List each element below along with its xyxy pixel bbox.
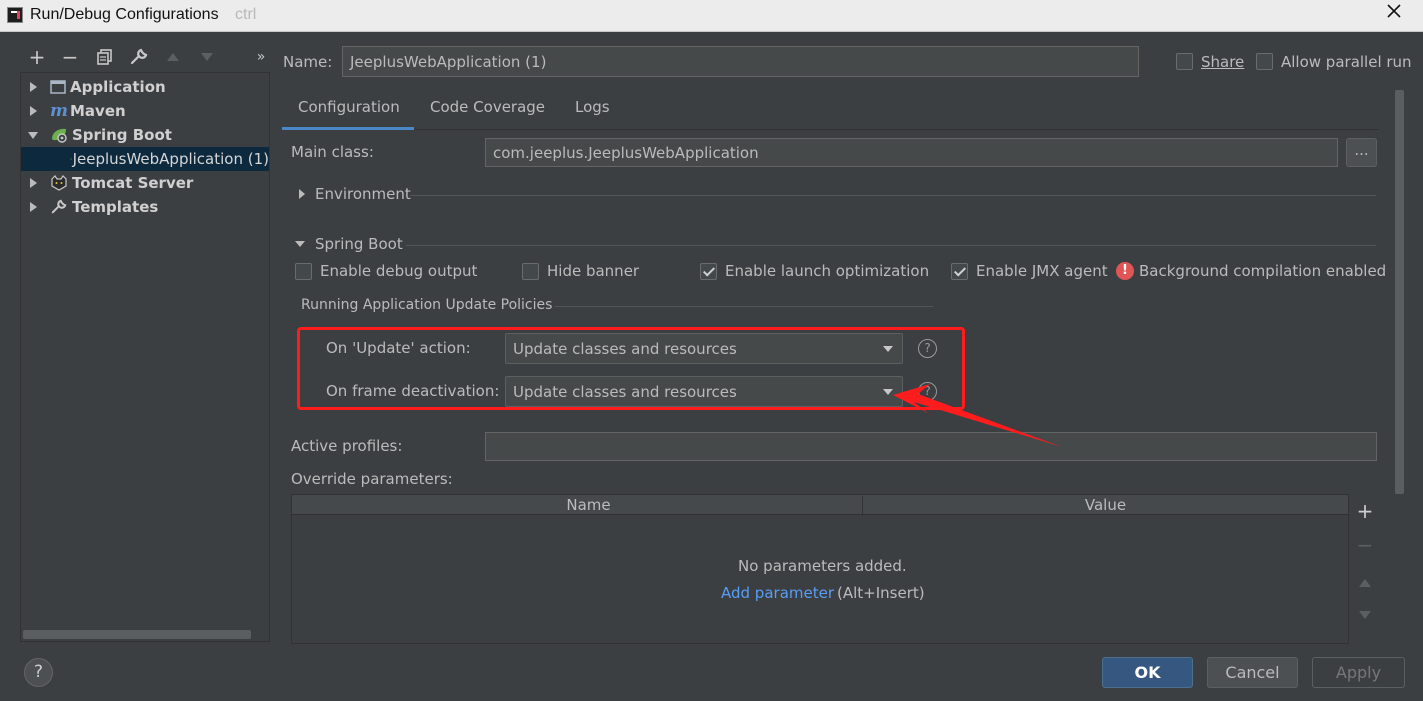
enable-debug-label: Enable debug output xyxy=(320,262,478,280)
help-button[interactable]: ? xyxy=(24,658,53,687)
hide-banner-label: Hide banner xyxy=(547,262,640,280)
launch-optimization-checkbox[interactable] xyxy=(700,263,717,280)
remove-config-button[interactable]: − xyxy=(59,45,81,69)
column-header-value[interactable]: Value xyxy=(862,496,1348,514)
warning-icon: ! xyxy=(1116,262,1134,280)
triangle-down-icon xyxy=(201,53,213,61)
config-tree[interactable]: Application m Maven Spring Boot JeeplusW… xyxy=(20,72,270,642)
wrench-icon xyxy=(130,48,148,65)
name-label: Name: xyxy=(283,53,333,71)
column-header-name[interactable]: Name xyxy=(316,496,861,514)
active-profiles-input[interactable] xyxy=(485,432,1377,461)
edit-defaults-button[interactable] xyxy=(128,46,150,68)
move-down-button[interactable] xyxy=(196,46,218,68)
tree-item-templates[interactable]: Templates xyxy=(21,195,269,219)
hide-banner-checkbox[interactable] xyxy=(522,263,539,280)
active-profiles-label: Active profiles: xyxy=(291,437,403,455)
table-empty-text: No parameters added. xyxy=(738,557,907,575)
move-parameter-down-button[interactable] xyxy=(1355,604,1375,624)
add-parameter-shortcut: (Alt+Insert) xyxy=(837,584,925,602)
move-up-button[interactable] xyxy=(162,46,184,68)
name-input[interactable]: JeeplusWebApplication (1) xyxy=(342,46,1139,77)
application-icon xyxy=(50,80,66,94)
expand-arrow-icon xyxy=(30,82,37,92)
tree-item-spring-boot[interactable]: Spring Boot xyxy=(21,123,269,147)
add-parameter-link[interactable]: Add parameter xyxy=(721,584,834,602)
tree-item-tomcat-server[interactable]: Tomcat Server xyxy=(21,171,269,195)
tree-item-jeeplus-web-application[interactable]: JeeplusWebApplication (1) xyxy=(21,147,269,171)
intellij-icon xyxy=(7,7,23,23)
ok-button[interactable]: OK xyxy=(1102,657,1193,688)
tree-item-label: Templates xyxy=(72,198,159,216)
share-label: Share xyxy=(1201,53,1245,71)
table-header: Name Value xyxy=(292,495,1348,515)
triangle-down-icon xyxy=(1359,611,1371,619)
spring-boot-section-label[interactable]: Spring Boot xyxy=(315,235,403,253)
expand-arrow-icon xyxy=(30,106,37,116)
apply-button[interactable]: Apply xyxy=(1312,657,1405,688)
copy-icon xyxy=(97,49,112,65)
title-bar: Run/Debug Configurations ctrl xyxy=(0,0,1423,32)
expand-arrow-icon xyxy=(30,178,37,188)
share-checkbox[interactable] xyxy=(1176,53,1193,70)
triangle-up-icon xyxy=(167,53,179,61)
environment-separator xyxy=(410,195,1376,196)
browse-button[interactable]: ... xyxy=(1346,138,1377,167)
content-vertical-scrollbar[interactable] xyxy=(1395,90,1404,494)
tab-bar: Configuration Code Coverage Logs xyxy=(282,92,1379,130)
close-button[interactable] xyxy=(1365,0,1423,22)
maven-icon: m xyxy=(50,101,68,121)
environment-label[interactable]: Environment xyxy=(315,185,411,203)
tree-item-label: Application xyxy=(70,78,166,96)
environment-expand-icon[interactable] xyxy=(299,189,305,199)
allow-parallel-checkbox[interactable] xyxy=(1256,53,1273,70)
more-button[interactable]: » xyxy=(250,46,272,68)
launch-optimization-label: Enable launch optimization xyxy=(725,262,930,280)
copy-config-button[interactable] xyxy=(94,46,116,68)
window-title: Run/Debug Configurations xyxy=(30,6,219,23)
background-compilation-label: Background compilation enabled xyxy=(1139,262,1387,280)
override-parameters-table[interactable]: Name Value No parameters added. Add para… xyxy=(291,494,1349,644)
tomcat-icon xyxy=(51,175,67,191)
close-icon xyxy=(1387,4,1401,18)
tree-horizontal-scrollbar[interactable] xyxy=(23,630,251,639)
jmx-agent-checkbox[interactable] xyxy=(951,263,968,280)
remove-parameter-button[interactable]: − xyxy=(1355,535,1375,556)
spring-boot-collapse-icon[interactable] xyxy=(295,241,305,247)
tab-logs[interactable]: Logs xyxy=(559,98,626,130)
override-parameters-label: Override parameters: xyxy=(291,470,453,488)
spring-boot-icon xyxy=(70,158,72,160)
window-title-ghost: ctrl xyxy=(235,6,257,23)
allow-parallel-label: Allow parallel run xyxy=(1281,53,1412,71)
triangle-up-icon xyxy=(1359,579,1371,587)
policies-separator xyxy=(555,306,933,307)
tree-item-maven[interactable]: m Maven xyxy=(21,99,269,123)
tree-item-label: Spring Boot xyxy=(72,126,172,144)
spring-boot-icon xyxy=(52,128,67,143)
expand-arrow-icon xyxy=(30,202,37,212)
main-class-input[interactable]: com.jeeplus.JeeplusWebApplication xyxy=(485,138,1338,167)
tree-item-application[interactable]: Application xyxy=(21,75,269,99)
config-toolbar: + − » xyxy=(22,44,270,72)
add-config-button[interactable]: + xyxy=(26,45,48,69)
wrench-icon xyxy=(51,199,67,214)
tree-item-label: Maven xyxy=(70,102,126,120)
annotation-highlight-box xyxy=(297,327,965,410)
add-parameter-button[interactable]: + xyxy=(1355,501,1375,522)
jmx-agent-label: Enable JMX agent xyxy=(976,262,1108,280)
tree-item-label: Tomcat Server xyxy=(72,174,194,192)
tree-item-label: JeeplusWebApplication (1) xyxy=(72,150,269,168)
enable-debug-checkbox[interactable] xyxy=(295,263,312,280)
collapse-arrow-icon xyxy=(28,132,38,139)
cancel-button[interactable]: Cancel xyxy=(1207,657,1298,688)
tab-code-coverage[interactable]: Code Coverage xyxy=(414,98,561,130)
update-policies-label: Running Application Update Policies xyxy=(301,297,553,313)
move-parameter-up-button[interactable] xyxy=(1355,572,1375,592)
tab-configuration[interactable]: Configuration xyxy=(282,98,414,130)
main-class-label: Main class: xyxy=(291,143,374,161)
spring-boot-separator xyxy=(406,245,1376,246)
